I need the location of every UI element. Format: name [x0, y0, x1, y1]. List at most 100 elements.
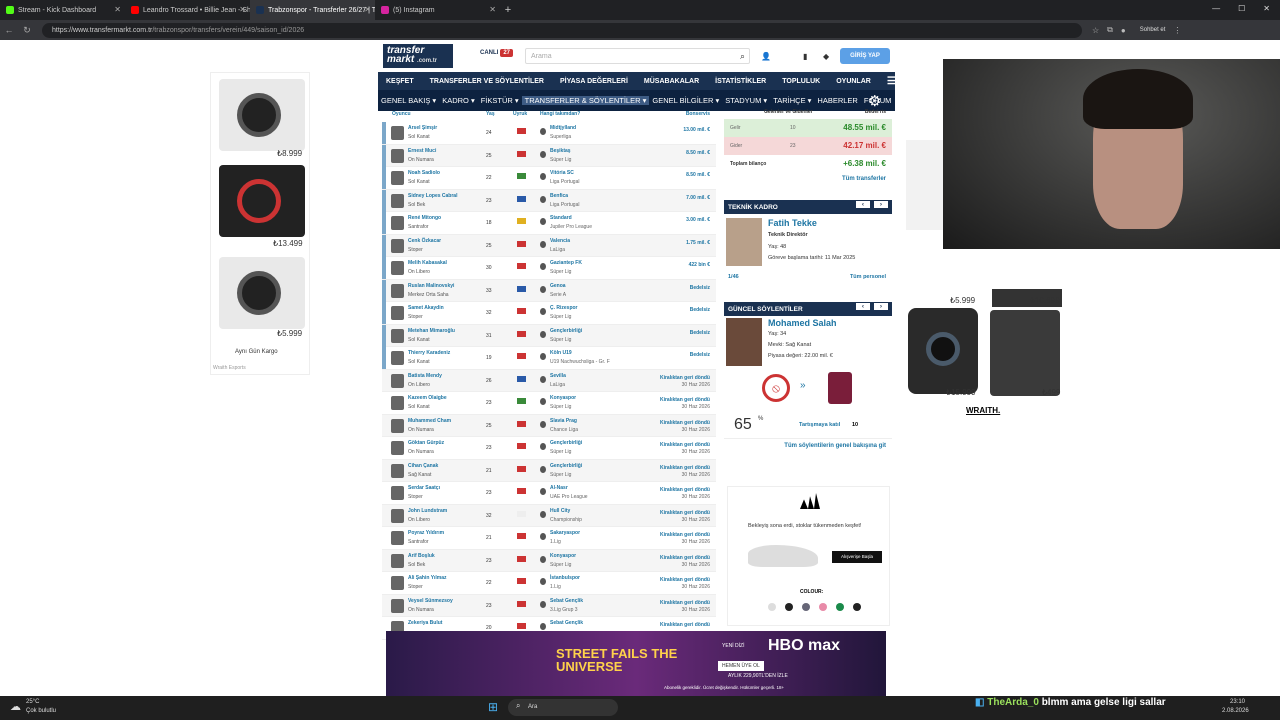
browser-tab[interactable]: Trabzonspor - Transferler 26/27 | T ✕ — [250, 0, 375, 20]
table-row[interactable]: John Lundstram On Libero 32 Hull City Champi… — [382, 504, 716, 527]
from-club[interactable]: Standard — [550, 215, 572, 221]
back-icon[interactable]: ← — [0, 25, 18, 35]
live-badge[interactable]: CANLI 27 — [480, 49, 514, 57]
all-staff-link[interactable]: Tüm personel — [850, 274, 886, 280]
table-row[interactable]: Thierry Karadeniz Sol Kanat 19 Köln U19 U19 … — [382, 347, 716, 370]
player-name[interactable]: Zekeriya Bulut — [408, 620, 442, 626]
prev-arrow-icon[interactable]: ‹ — [856, 303, 870, 310]
player-name[interactable]: Cihan Çanak — [408, 463, 438, 469]
player-name[interactable]: Göktan Gürpüz — [408, 440, 444, 446]
from-club[interactable]: Sebat Gençlik — [550, 620, 583, 626]
from-club[interactable]: Gençlerbirliği — [550, 463, 582, 469]
menu-icon[interactable]: ⋮ — [1173, 26, 1181, 35]
from-club[interactable]: Konyaspor — [550, 395, 576, 401]
table-row[interactable]: Muhammed Cham On Numara 25 Slavia Prag Chanc… — [382, 414, 716, 437]
hbo-ad[interactable]: STREET FAILS THE UNIVERSE YENİ DİZİ HBO … — [386, 631, 886, 696]
rumor-player-name[interactable]: Mohamed Salah — [768, 318, 837, 328]
table-row[interactable]: Veysel Sünmezsoy On Numara 23 Sebat Gençlik… — [382, 594, 716, 617]
player-name[interactable]: Batista Mendy — [408, 373, 442, 379]
settings-gear-icon[interactable]: ⚙ — [868, 92, 881, 110]
player-name[interactable]: Thierry Karadeniz — [408, 350, 450, 356]
player-name[interactable]: Muhammed Cham — [408, 418, 451, 424]
table-row[interactable]: Kazeem Olaigbe Sol Kanat 23 Konyaspor Süper … — [382, 392, 716, 415]
main-nav-item[interactable]: OYUNLAR — [828, 78, 879, 85]
search-input[interactable]: Arama ⌕ — [525, 48, 750, 64]
player-name[interactable]: Samet Akaydin — [408, 305, 444, 311]
tab-close-icon[interactable]: ✕ — [114, 5, 121, 14]
table-row[interactable]: Cenk Özkacar Stoper 25 Valencia LaLiga 1.75 m… — [382, 234, 716, 257]
from-club[interactable]: Ç. Rizespor — [550, 305, 578, 311]
player-name[interactable]: Noah Sadiolo — [408, 170, 440, 176]
table-row[interactable]: Noah Sadiolo Sol Kanat 22 Vitória SC Liga Po… — [382, 167, 716, 190]
swatch[interactable] — [785, 603, 793, 611]
table-row[interactable]: Metehan Mimaroğlu Sol Kanat 31 Gençlerbirli… — [382, 324, 716, 347]
new-tab-button[interactable]: + — [500, 4, 516, 16]
extensions-icon[interactable]: ⧉ — [1107, 25, 1113, 35]
swatch[interactable] — [836, 603, 844, 611]
adidas-ad[interactable]: Bekleyiş sona erdi, stoklar tükenmeden k… — [727, 486, 890, 626]
sub-nav-item[interactable]: TARİHÇE ▾ — [770, 96, 814, 105]
user-icon[interactable]: 👤 — [761, 52, 771, 61]
tab-close-icon[interactable]: ✕ — [239, 5, 246, 14]
sub-nav-item[interactable]: GENEL BİLGİLER ▾ — [649, 96, 722, 105]
player-name[interactable]: John Lundstram — [408, 508, 447, 514]
from-club[interactable]: Slavia Prag — [550, 418, 577, 424]
from-club[interactable]: Gençlerbirliği — [550, 328, 582, 334]
sohbet-button[interactable]: Sohbet et — [1140, 27, 1166, 33]
maximize-icon[interactable]: ☐ — [1238, 4, 1245, 13]
player-name[interactable]: Veysel Sünmezsoy — [408, 598, 453, 604]
player-name[interactable]: Serdar Saatçı — [408, 485, 440, 491]
coach-name[interactable]: Fatih Tekke — [768, 218, 817, 228]
minimize-icon[interactable]: — — [1212, 4, 1220, 13]
table-row[interactable]: Ali Şahin Yılmaz Stoper 22 İstanbulspor 1.Li… — [382, 572, 716, 595]
sub-nav-item[interactable]: KADRO ▾ — [439, 96, 478, 105]
from-club[interactable]: Beşiktaş — [550, 148, 571, 154]
player-name[interactable]: Ruslan Malinovskyi — [408, 283, 454, 289]
tab-close-icon[interactable]: ✕ — [364, 5, 371, 14]
from-club[interactable]: Vitória SC — [550, 170, 574, 176]
close-icon[interactable]: ✕ — [1263, 4, 1270, 13]
taskbar-search[interactable]: ⌕ Ara — [508, 699, 618, 716]
sub-nav-item[interactable]: FİKSTÜR ▾ — [478, 96, 522, 105]
main-nav-item[interactable]: KEŞFET — [378, 78, 422, 85]
from-club[interactable]: Sevilla — [550, 373, 566, 379]
next-arrow-icon[interactable]: › — [874, 303, 888, 310]
player-name[interactable]: Arsel Şimşir — [408, 125, 437, 131]
table-row[interactable]: Cihan Çanak Sağ Kanat 21 Gençlerbirliği Süpe… — [382, 459, 716, 482]
sub-nav-item[interactable]: STADYUM ▾ — [722, 96, 770, 105]
profile-icon[interactable]: ● — [1121, 26, 1126, 35]
player-name[interactable]: Ali Şahin Yılmaz — [408, 575, 447, 581]
shield-icon[interactable]: ◆ — [823, 52, 829, 61]
from-club[interactable]: Konyaspor — [550, 553, 576, 559]
tab-close-icon[interactable]: ✕ — [489, 5, 496, 14]
col-fee[interactable]: Bonservis — [686, 111, 710, 117]
from-club[interactable]: Benfica — [550, 193, 568, 199]
prev-arrow-icon[interactable]: ‹ — [856, 201, 870, 208]
from-club[interactable]: Al-Nasr — [550, 485, 568, 491]
table-row[interactable]: Göktan Gürpüz On Numara 23 Gençlerbirliği Sü… — [382, 437, 716, 460]
transfermarkt-logo[interactable]: transfer markt .com.tr — [383, 44, 453, 68]
next-arrow-icon[interactable]: › — [874, 201, 888, 208]
from-club[interactable]: Sakaryaspor — [550, 530, 580, 536]
swatch[interactable] — [853, 603, 861, 611]
sub-nav-item[interactable]: TRANSFERLER & SÖYLENTİLER ▾ — [521, 96, 650, 105]
browser-tab[interactable]: Leandro Trossard • Billie Jean - Sh ✕ — [125, 0, 250, 20]
url-field[interactable]: https://www.transfermarkt.com.tr/trabzon… — [42, 22, 1082, 38]
player-name[interactable]: Poyraz Yıldırım — [408, 530, 444, 536]
table-row[interactable]: René Mitongo Santrafor 18 Standard Jupiler P… — [382, 212, 716, 235]
sub-nav-item[interactable]: GENEL BAKIŞ ▾ — [378, 96, 439, 105]
col-age[interactable]: Yaş — [486, 111, 495, 117]
login-button[interactable]: GİRİŞ YAP — [840, 48, 890, 64]
main-nav-item[interactable]: TOPLULUK — [774, 78, 828, 85]
from-club[interactable]: İstanbulspor — [550, 575, 580, 581]
table-row[interactable]: Ernest Muci On Numara 25 Beşiktaş Süper Lig 8… — [382, 144, 716, 167]
main-nav-item[interactable]: PİYASA DEĞERLERİ — [552, 78, 636, 85]
table-row[interactable]: Serdar Saatçı Stoper 23 Al-Nasr UAE Pro Leag… — [382, 482, 716, 505]
player-name[interactable]: Metehan Mimaroğlu — [408, 328, 455, 334]
player-name[interactable]: Kazeem Olaigbe — [408, 395, 447, 401]
from-club[interactable]: Gaziantep FK — [550, 260, 582, 266]
table-row[interactable]: Arsel Şimşir Sol Kanat 24 Midtjylland Superl… — [382, 122, 716, 145]
player-name[interactable]: Melih Kabasakal — [408, 260, 447, 266]
swatch[interactable] — [802, 603, 810, 611]
star-icon[interactable]: ☆ — [1092, 26, 1099, 35]
